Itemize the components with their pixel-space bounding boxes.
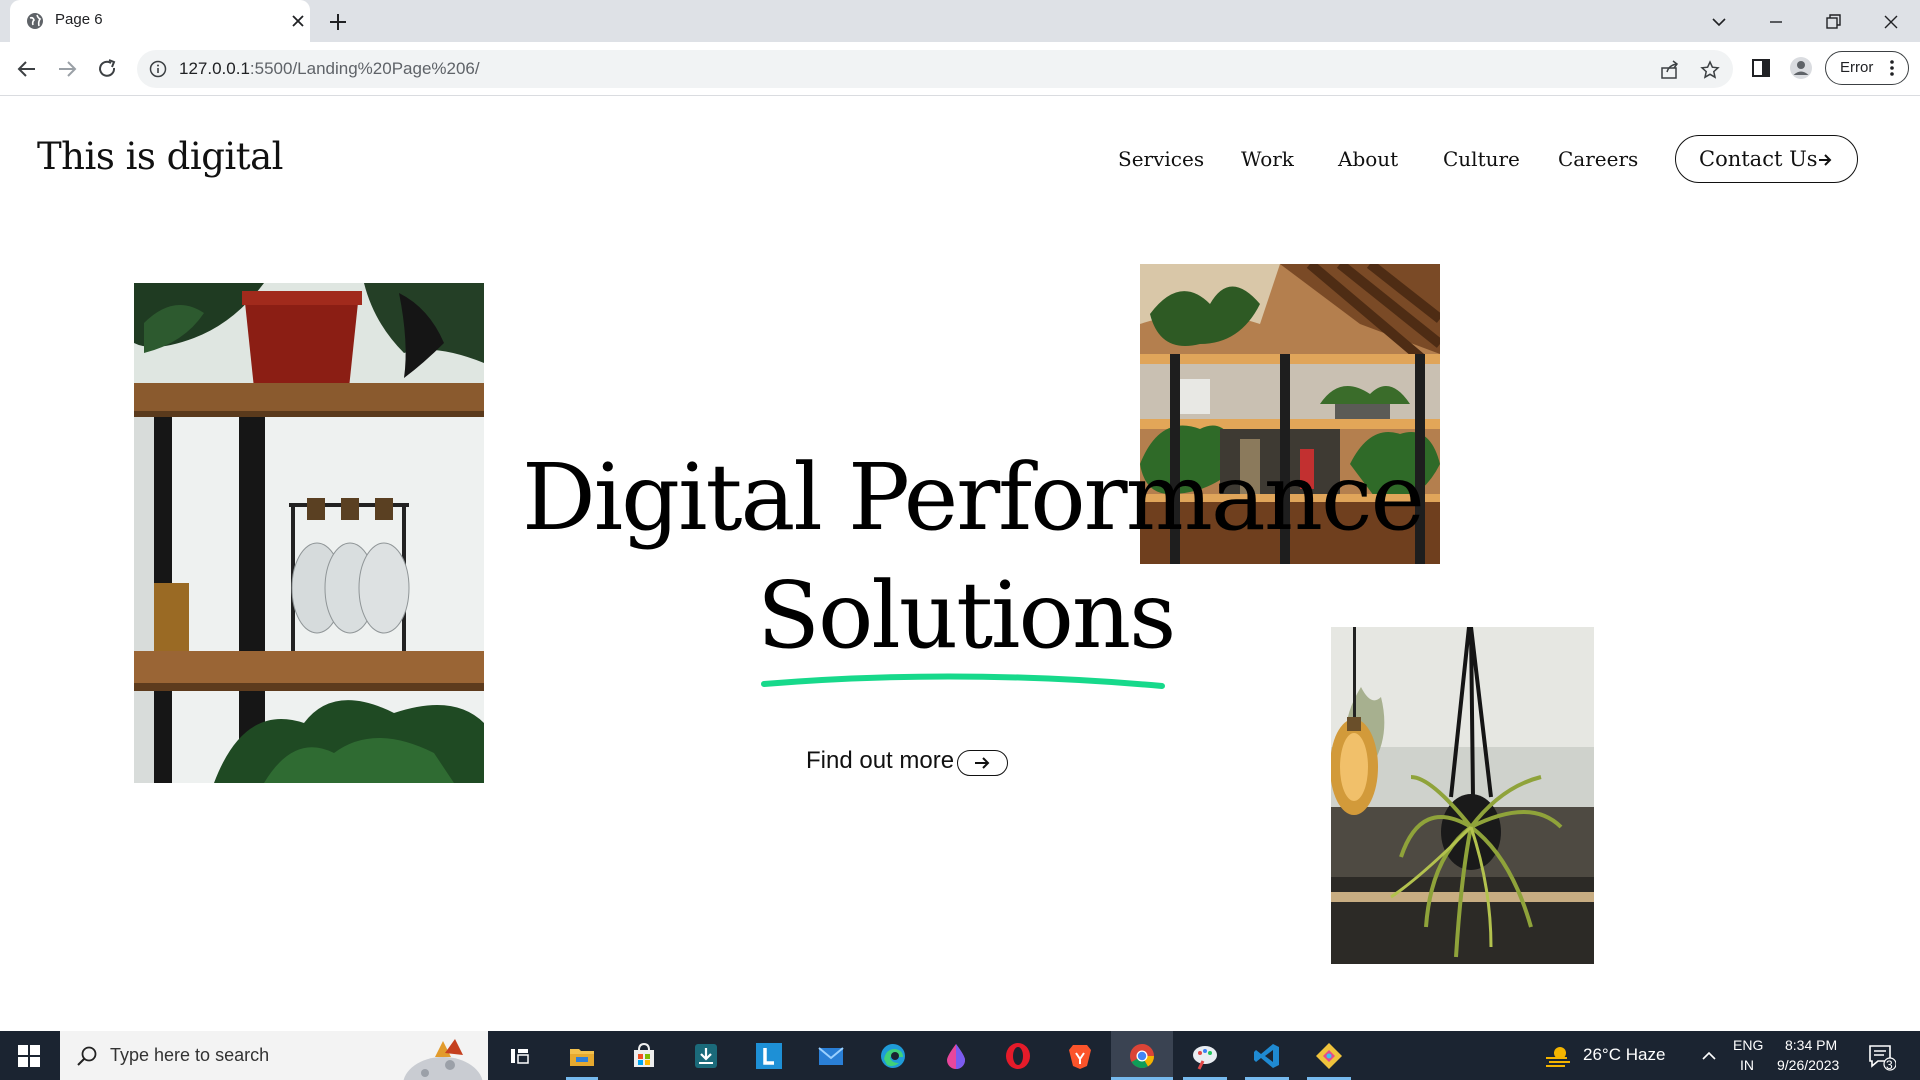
arrow-right-icon — [975, 757, 990, 769]
task-view-icon[interactable] — [505, 1041, 535, 1071]
new-tab-icon[interactable] — [325, 9, 351, 35]
shelf-plants-photo — [134, 283, 484, 783]
forward-arrow-icon[interactable] — [54, 56, 80, 82]
hero-headline-line-2: Solutions — [757, 562, 1176, 669]
paint-drop-app-icon[interactable] — [941, 1041, 971, 1071]
landing-page: This is digital Services Work About Cult… — [0, 97, 1920, 1031]
mail-icon[interactable] — [816, 1041, 846, 1071]
bookmark-star-icon[interactable] — [1700, 60, 1720, 80]
windows-start-icon[interactable] — [18, 1045, 40, 1067]
show-hidden-icons-chevron-icon[interactable] — [1694, 1041, 1724, 1071]
site-logo[interactable]: This is digital — [37, 135, 283, 178]
profile-error-button[interactable]: Error — [1825, 51, 1909, 85]
nav-link-culture[interactable]: Culture — [1443, 147, 1520, 171]
windows-taskbar: Type here to search 26°C Haze ENG IN 8:3… — [0, 1031, 1920, 1080]
find-out-more-arrow-button[interactable] — [957, 750, 1008, 776]
brave-browser-icon[interactable] — [1065, 1041, 1095, 1071]
edge-browser-icon[interactable] — [878, 1041, 908, 1071]
share-icon[interactable] — [1660, 60, 1680, 80]
opera-browser-icon[interactable] — [1003, 1041, 1033, 1071]
weather-haze-icon[interactable] — [1543, 1041, 1573, 1071]
contact-us-button[interactable]: Contact Us — [1675, 135, 1858, 183]
vscode-icon[interactable] — [1252, 1041, 1282, 1071]
launcher-l-app-icon[interactable] — [754, 1041, 784, 1071]
contact-us-label: Contact Us — [1699, 147, 1818, 171]
paint-app-icon[interactable] — [1190, 1041, 1220, 1071]
tab-title: Page 6 — [55, 11, 103, 28]
find-out-more-link[interactable]: Find out more — [806, 747, 954, 775]
clock-date[interactable]: 9/26/2023 — [1777, 1057, 1839, 1073]
minimize-icon[interactable] — [1761, 7, 1791, 37]
hanging-plant-photo — [1331, 627, 1594, 964]
search-placeholder: Type here to search — [110, 1045, 270, 1065]
taskbar-search-box[interactable]: Type here to search — [60, 1031, 488, 1080]
notification-count-badge: 3 — [1886, 1058, 1893, 1072]
close-tab-icon[interactable] — [288, 11, 308, 31]
arrow-right-icon — [1819, 154, 1832, 166]
globe-icon — [27, 13, 43, 29]
back-arrow-icon[interactable] — [14, 56, 40, 82]
side-panel-icon[interactable] — [1749, 56, 1773, 80]
nav-link-services[interactable]: Services — [1118, 147, 1204, 171]
input-region[interactable]: IN — [1740, 1057, 1754, 1073]
site-info-icon[interactable] — [149, 60, 167, 78]
url-text: 127.0.0.1:5500/Landing%20Page%206/ — [179, 59, 480, 79]
tab-search-chevron-icon[interactable] — [1704, 7, 1734, 37]
browser-tab[interactable]: Page 6 — [10, 0, 310, 42]
url-path: :5500/Landing%20Page%206/ — [249, 59, 480, 78]
reload-icon[interactable] — [94, 56, 120, 82]
git-tool-icon[interactable] — [1314, 1041, 1344, 1071]
nav-link-about[interactable]: About — [1338, 147, 1398, 171]
nav-link-work[interactable]: Work — [1241, 147, 1294, 171]
restore-icon[interactable] — [1818, 7, 1848, 37]
url-host: 127.0.0.1 — [179, 59, 250, 78]
browser-toolbar: 127.0.0.1:5500/Landing%20Page%206/ Error — [0, 42, 1920, 96]
profile-avatar-icon[interactable] — [1789, 56, 1813, 80]
download-manager-icon[interactable] — [691, 1041, 721, 1071]
close-window-icon[interactable] — [1876, 7, 1906, 37]
search-highlight-illustration-icon — [403, 1039, 483, 1080]
nav-link-careers[interactable]: Careers — [1558, 147, 1638, 171]
hero-headline-line-1: Digital Performance — [522, 444, 1425, 551]
headline-underline-stroke — [761, 673, 1165, 689]
clock-time[interactable]: 8:34 PM — [1785, 1037, 1837, 1053]
chrome-browser-icon[interactable] — [1127, 1041, 1157, 1071]
profile-error-label: Error — [1840, 59, 1874, 76]
more-menu-icon[interactable] — [1889, 59, 1895, 77]
microsoft-store-icon[interactable] — [629, 1041, 659, 1071]
input-language[interactable]: ENG — [1733, 1037, 1763, 1053]
browser-tab-strip: Page 6 — [0, 0, 1920, 42]
file-explorer-icon[interactable] — [567, 1041, 597, 1071]
weather-readout[interactable]: 26°C Haze — [1583, 1045, 1665, 1065]
search-icon — [77, 1046, 97, 1066]
address-bar[interactable]: 127.0.0.1:5500/Landing%20Page%206/ — [137, 50, 1733, 88]
